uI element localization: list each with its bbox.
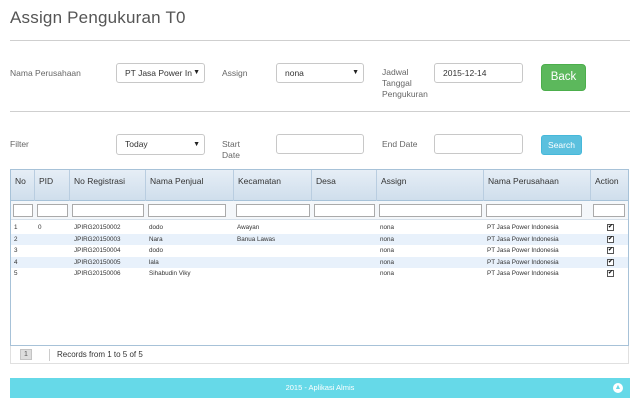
end-date-input[interactable] bbox=[434, 134, 523, 154]
footer-bar: 2015 - Aplikasi Almis ▲ bbox=[10, 378, 630, 398]
table-row[interactable]: 4 JPIRG20150005 lala nona PT Jasa Power … bbox=[11, 256, 628, 268]
table-row[interactable]: 5 JPIRG20150006 Sihabudin Viky nona PT J… bbox=[11, 268, 628, 280]
filter-input-desa[interactable] bbox=[314, 204, 375, 217]
table-row[interactable]: 3 JPIRG20150004 dodo nona PT Jasa Power … bbox=[11, 245, 628, 257]
records-info: Records from 1 to 5 of 5 bbox=[57, 350, 143, 359]
column-header-nama-perusahaan[interactable]: Nama Perusahaan bbox=[484, 170, 591, 201]
grid-header: No PID No Registrasi Nama Penjual Kecama… bbox=[11, 170, 628, 201]
perusahaan-label: Nama Perusahaan bbox=[10, 68, 81, 78]
jadwal-label-line: Tanggal bbox=[382, 78, 412, 88]
cell-perusahaan: PT Jasa Power Indonesia bbox=[487, 258, 559, 266]
cell-penjual: dodo bbox=[149, 247, 164, 254]
jadwal-label-line: Pengukuran bbox=[382, 89, 428, 99]
cell-assign: nona bbox=[380, 258, 395, 266]
divider-top bbox=[10, 40, 630, 41]
action-checkbox[interactable]: ✔ bbox=[607, 258, 614, 266]
column-header-action[interactable]: Action bbox=[591, 170, 628, 201]
assign-label: Assign bbox=[222, 68, 248, 78]
column-header-kecamatan[interactable]: Kecamatan bbox=[234, 170, 312, 201]
pager-separator bbox=[49, 349, 50, 361]
start-date-label-line: Date bbox=[222, 150, 240, 160]
cell-reg: JPIRG20150002 bbox=[74, 224, 121, 231]
action-checkbox[interactable]: ✔ bbox=[607, 270, 614, 277]
assign-select[interactable]: nona ▼ bbox=[276, 63, 364, 83]
page-title: Assign Pengukuran T0 bbox=[10, 8, 186, 27]
table-row[interactable]: 1 0 JPIRG20150002 dodo Awayan nona PT Ja… bbox=[11, 222, 628, 234]
filter-select[interactable]: Today ▼ bbox=[116, 134, 205, 155]
cell-reg: JPIRG20150004 bbox=[74, 247, 121, 254]
cell-perusahaan: PT Jasa Power Indonesia bbox=[487, 235, 559, 243]
cell-penjual: Sihabudin Viky bbox=[149, 270, 191, 277]
assign-select-value: nona bbox=[285, 68, 304, 78]
perusahaan-select[interactable]: PT Jasa Power In ▼ bbox=[116, 63, 205, 83]
search-button[interactable]: Search bbox=[541, 135, 582, 155]
cell-perusahaan: PT Jasa Power Indonesia bbox=[487, 270, 559, 277]
column-header-assign[interactable]: Assign bbox=[377, 170, 484, 201]
action-checkbox[interactable]: ✔ bbox=[607, 224, 614, 231]
action-checkbox[interactable]: ✔ bbox=[607, 247, 614, 254]
cell-no: 2 bbox=[14, 235, 18, 243]
cell-kecamatan: Banua Lawas bbox=[237, 235, 276, 243]
cell-reg: JPIRG20150006 bbox=[74, 270, 121, 277]
divider-middle bbox=[10, 111, 630, 112]
filter-select-value: Today bbox=[125, 139, 148, 149]
cell-no: 5 bbox=[14, 270, 18, 277]
footer-text: 2015 - Aplikasi Almis bbox=[285, 383, 355, 392]
column-header-no-registrasi[interactable]: No Registrasi bbox=[70, 170, 146, 201]
cell-assign: nona bbox=[380, 224, 395, 231]
start-date-input[interactable] bbox=[276, 134, 364, 154]
filter-input-assign[interactable] bbox=[379, 204, 482, 217]
cell-assign: nona bbox=[380, 270, 395, 277]
cell-no: 1 bbox=[14, 224, 18, 231]
filter-input-no-registrasi[interactable] bbox=[72, 204, 144, 217]
back-button[interactable]: Back bbox=[541, 64, 586, 91]
dropdown-arrow-icon: ▼ bbox=[193, 69, 200, 76]
cell-penjual: dodo bbox=[149, 224, 164, 231]
cell-penjual: Nara bbox=[149, 235, 163, 243]
action-checkbox[interactable]: ✔ bbox=[607, 235, 614, 243]
filter-input-nama-perusahaan[interactable] bbox=[486, 204, 582, 217]
grid-pager: 1 Records from 1 to 5 of 5 bbox=[10, 346, 629, 364]
column-header-desa[interactable]: Desa bbox=[312, 170, 377, 201]
dropdown-arrow-icon: ▼ bbox=[352, 69, 359, 76]
column-header-pid[interactable]: PID bbox=[35, 170, 70, 201]
cell-no: 4 bbox=[14, 258, 18, 266]
cell-perusahaan: PT Jasa Power Indonesia bbox=[487, 247, 559, 254]
start-date-label: Start Date bbox=[222, 139, 240, 161]
cell-reg: JPIRG20150003 bbox=[74, 235, 121, 243]
filter-input-kecamatan[interactable] bbox=[236, 204, 310, 217]
start-date-label-line: Start bbox=[222, 139, 240, 149]
cell-assign: nona bbox=[380, 247, 395, 254]
chevron-up-icon[interactable]: ▲ bbox=[613, 383, 623, 393]
column-header-nama-penjual[interactable]: Nama Penjual bbox=[146, 170, 234, 201]
cell-assign: nona bbox=[380, 235, 395, 243]
dropdown-arrow-icon: ▼ bbox=[193, 141, 200, 148]
filter-input-pid[interactable] bbox=[37, 204, 68, 217]
cell-perusahaan: PT Jasa Power Indonesia bbox=[487, 224, 559, 231]
column-header-no[interactable]: No bbox=[11, 170, 35, 201]
filter-label: Filter bbox=[10, 139, 29, 149]
filter-input-nama-penjual[interactable] bbox=[148, 204, 226, 217]
jadwal-label: Jadwal Tanggal Pengukuran bbox=[382, 67, 428, 100]
cell-reg: JPIRG20150005 bbox=[74, 258, 121, 266]
cell-pid: 0 bbox=[38, 224, 42, 231]
cell-kecamatan: Awayan bbox=[237, 224, 260, 231]
jadwal-date-input[interactable]: 2015-12-14 bbox=[434, 63, 523, 83]
table-row[interactable]: 2 JPIRG20150003 Nara Banua Lawas nona PT… bbox=[11, 233, 628, 245]
cell-penjual: lala bbox=[149, 258, 159, 266]
filter-input-no[interactable] bbox=[13, 204, 33, 217]
filter-input-action[interactable] bbox=[593, 204, 625, 217]
cell-no: 3 bbox=[14, 247, 18, 254]
grid-filter-row bbox=[11, 201, 628, 220]
perusahaan-select-value: PT Jasa Power In bbox=[125, 68, 192, 78]
data-grid: No PID No Registrasi Nama Penjual Kecama… bbox=[10, 169, 629, 346]
jadwal-label-line: Jadwal bbox=[382, 67, 409, 77]
end-date-label: End Date bbox=[382, 139, 418, 149]
page-number-button[interactable]: 1 bbox=[20, 349, 32, 360]
